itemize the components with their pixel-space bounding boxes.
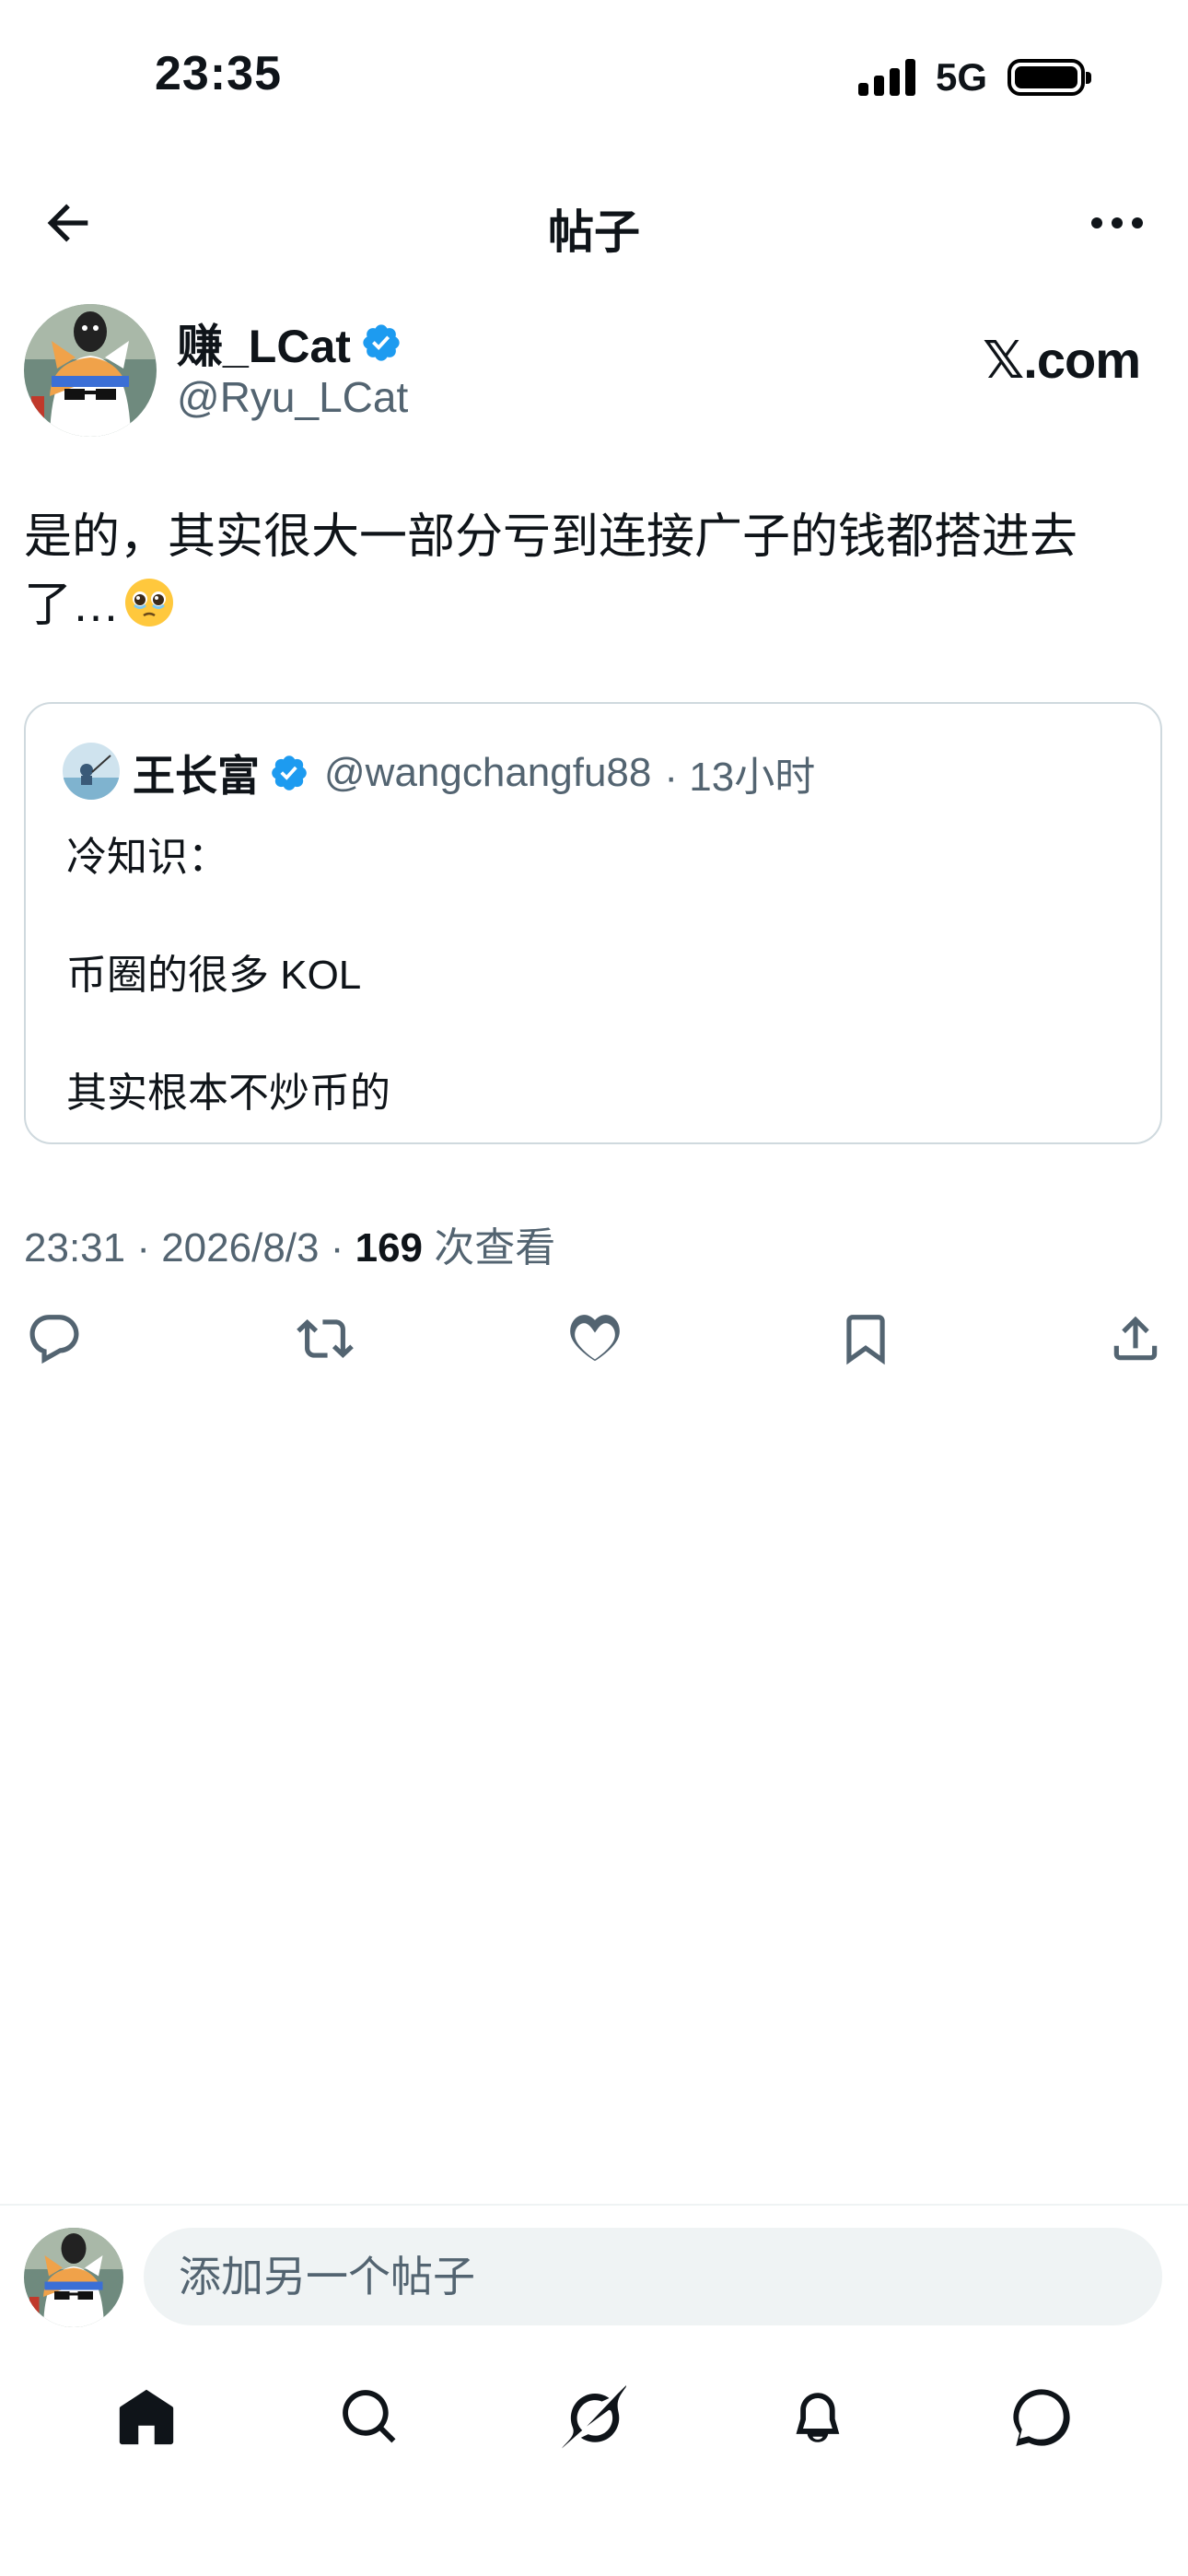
- views-count: 169: [355, 1225, 424, 1270]
- cat-avatar-image: [24, 2228, 123, 2327]
- verified-badge-icon: [272, 755, 307, 790]
- reply-composer-input[interactable]: [144, 2228, 1162, 2325]
- author-avatar[interactable]: [24, 304, 157, 437]
- bottom-tab-bar: [0, 2379, 1188, 2456]
- like-icon: [570, 1315, 620, 1362]
- fishing-avatar-image: [63, 743, 120, 800]
- battery-icon: [1007, 59, 1091, 96]
- post-meta: 23:31 · 2026/8/3 · 169 次查看: [24, 1214, 555, 1273]
- more-options-button[interactable]: [1085, 193, 1149, 252]
- quoted-post-card[interactable]: 王长富 @wangchangfu88 · 13小时 冷知识： 币圈的很多 KOL…: [24, 702, 1162, 1144]
- post-text: 是的，其实很大一部分亏到连接广子的钱都搭进去了…: [24, 510, 1078, 632]
- action-bar: [24, 1308, 1166, 1369]
- more-dot-icon: [1091, 217, 1102, 228]
- x-watermark: 𝕏.com: [983, 331, 1141, 389]
- share-button[interactable]: [1105, 1308, 1166, 1369]
- repost-button[interactable]: [295, 1308, 355, 1369]
- status-time: 23:35: [155, 47, 282, 100]
- network-label: 5G: [935, 55, 987, 99]
- notifications-icon: [796, 2393, 840, 2442]
- cat-avatar-image: [24, 304, 157, 437]
- like-button[interactable]: [565, 1308, 625, 1369]
- share-icon: [1113, 1316, 1158, 1361]
- quoted-text-line: 其实根本不炒币的: [66, 1071, 390, 1116]
- post-timestamp: 23:31 · 2026/8/3 ·: [24, 1225, 355, 1270]
- holding-back-tears-emoji-icon: [125, 579, 174, 626]
- verified-badge-icon: [363, 324, 400, 361]
- tab-home[interactable]: [108, 2379, 185, 2456]
- quoted-author-handle: @wangchangfu88: [324, 750, 652, 795]
- quoted-author-avatar: [63, 743, 120, 800]
- home-icon: [120, 2389, 174, 2445]
- status-indicators: 5G: [857, 55, 1091, 100]
- author-name[interactable]: 赚_LCat: [177, 310, 402, 376]
- views-label: 次查看: [423, 1225, 556, 1270]
- tab-search[interactable]: [332, 2379, 409, 2456]
- quoted-post-time: · 13小时: [664, 755, 816, 800]
- quoted-text-line: 币圈的很多 KOL: [66, 953, 362, 998]
- reply-icon: [29, 1315, 79, 1364]
- quoted-header: 王长富 @wangchangfu88 · 13小时: [133, 743, 815, 803]
- post-detail-screen: 23:35 5G 帖子 赚_LCat @Ryu_LCat 𝕏.com 是的，其实…: [0, 0, 1188, 2576]
- tab-notifications[interactable]: [779, 2379, 856, 2456]
- signal-icon: [857, 59, 915, 96]
- author-name-text: 赚_LCat: [177, 321, 351, 372]
- page-title: 帖子: [548, 206, 640, 258]
- post-body: 是的，其实很大一部分亏到连接广子的钱都搭进去了…: [24, 503, 1157, 639]
- author-handle[interactable]: @Ryu_LCat: [177, 372, 408, 422]
- bookmark-icon: [845, 1315, 885, 1365]
- tab-grok[interactable]: [555, 2379, 633, 2456]
- quoted-author-name: 王长富: [133, 752, 260, 800]
- composer-divider: [0, 2204, 1188, 2206]
- grok-icon: [561, 2385, 626, 2449]
- quoted-text-line: 冷知识：: [66, 835, 228, 880]
- retweet-icon: [296, 1319, 354, 1358]
- bookmark-button[interactable]: [835, 1308, 896, 1369]
- search-icon: [343, 2390, 396, 2443]
- reply-button[interactable]: [24, 1308, 85, 1369]
- messages-icon: [1012, 2389, 1070, 2446]
- tab-messages[interactable]: [1003, 2379, 1080, 2456]
- current-user-avatar[interactable]: [24, 2228, 123, 2327]
